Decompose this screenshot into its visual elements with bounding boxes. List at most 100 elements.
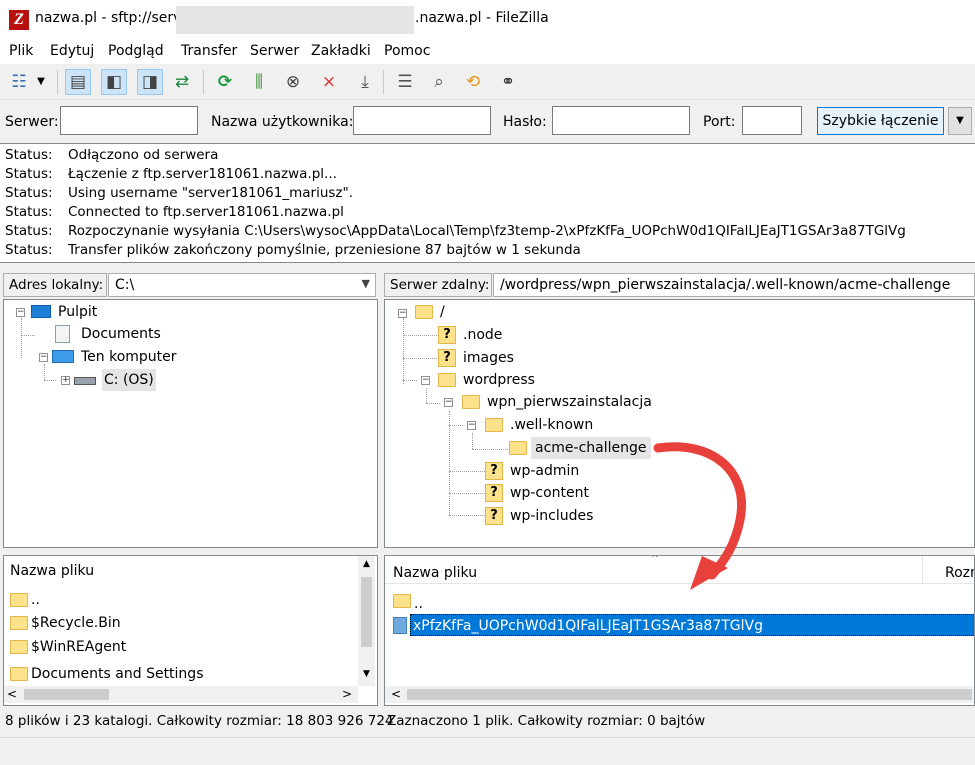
site-manager-icon[interactable]: ☷ <box>6 69 32 95</box>
folder-icon <box>509 441 527 455</box>
folder-icon <box>462 395 480 409</box>
folder-icon <box>10 593 28 607</box>
folder-icon <box>393 594 411 608</box>
collapse-icon[interactable]: − <box>398 309 407 318</box>
local-status-text: 8 plików i 23 katalogi. Całkowity rozmia… <box>5 713 394 729</box>
sort-caret-icon: ⌃ <box>222 555 233 565</box>
collapse-icon[interactable]: − <box>467 421 476 430</box>
reconnect-icon[interactable]: ⤓ <box>352 69 378 95</box>
collapse-icon[interactable]: − <box>16 308 25 317</box>
folder-icon <box>10 640 28 654</box>
local-list-header[interactable]: Nazwa pliku ⌃ <box>4 556 359 584</box>
file-icon <box>393 617 407 634</box>
menu-zakladki[interactable]: Zakładki <box>311 43 371 59</box>
local-vertical-scrollbar[interactable]: ▲ ▼ <box>358 556 375 686</box>
chevron-down-icon[interactable]: ▼ <box>362 277 370 290</box>
password-label: Hasło: <box>503 114 547 130</box>
title-bar: Z nazwa.pl - sftp://serve .nazwa.pl - Fi… <box>0 0 975 38</box>
quickconnect-bar: Serwer: Nazwa użytkownika: Hasło: Port: … <box>0 100 975 142</box>
scroll-left-icon[interactable]: < <box>7 686 17 703</box>
column-filename[interactable]: Nazwa pliku <box>393 565 477 581</box>
cancel-icon[interactable]: ⊗ <box>280 69 306 95</box>
disconnect-icon[interactable]: ⨯ <box>316 69 342 95</box>
collapse-icon[interactable]: − <box>421 376 430 385</box>
scroll-down-icon[interactable]: ▼ <box>358 666 375 683</box>
menu-serwer[interactable]: Serwer <box>250 43 299 59</box>
toolbar-separator <box>57 70 58 94</box>
toggle-log-icon[interactable]: ▤ <box>65 69 91 95</box>
drive-icon <box>74 377 96 385</box>
filezilla-logo-icon: Z <box>9 10 29 30</box>
expand-icon[interactable]: + <box>61 376 70 385</box>
menu-transfer[interactable]: Transfer <box>181 43 237 59</box>
annotation-arrow-icon <box>653 442 746 590</box>
unknown-folder-icon: ? <box>438 349 456 367</box>
local-address-bar: Adres lokalny: C:\ ▼ <box>0 270 378 300</box>
scroll-thumb[interactable] <box>24 689 109 700</box>
compare-icon[interactable]: ⌕ <box>426 69 452 95</box>
remote-horizontal-scrollbar[interactable]: < <box>385 686 974 703</box>
message-log[interactable]: Status: Odłączono od serwera Status: Łącze… <box>0 143 975 263</box>
folder-icon <box>415 305 433 319</box>
menu-podglad[interactable]: Podgląd <box>108 43 164 59</box>
menu-bar: Plik Edytuj Podgląd Transfer Serwer Zakł… <box>0 38 975 64</box>
toggle-remote-tree-icon[interactable]: ◨ <box>137 69 163 95</box>
scroll-thumb[interactable] <box>361 577 372 647</box>
scroll-left-icon[interactable]: < <box>391 686 401 703</box>
quickconnect-button[interactable]: Szybkie łączenie <box>817 107 944 135</box>
toggle-local-tree-icon[interactable]: ◧ <box>101 69 127 95</box>
toolbar-separator <box>383 70 384 94</box>
quickconnect-dropdown-icon[interactable]: ▼ <box>948 107 972 135</box>
username-input[interactable] <box>353 106 491 135</box>
window-title-right: .nazwa.pl - FileZilla <box>415 10 549 26</box>
port-input[interactable] <box>742 106 802 135</box>
column-divider[interactable] <box>922 556 923 584</box>
refresh-icon[interactable]: ⟳ <box>212 69 238 95</box>
column-filename[interactable]: Nazwa pliku <box>10 563 94 579</box>
remote-status-text: Zaznaczono 1 plik. Całkowity rozmiar: 0 … <box>387 713 706 729</box>
toggle-queue-icon[interactable]: ⇄ <box>169 69 195 95</box>
documents-icon <box>55 325 70 343</box>
server-label: Serwer: <box>5 114 59 130</box>
collapse-icon[interactable]: − <box>39 353 48 362</box>
username-label: Nazwa użytkownika: <box>211 114 354 130</box>
menu-edytuj[interactable]: Edytuj <box>50 43 94 59</box>
local-horizontal-scrollbar[interactable]: < > <box>4 686 358 703</box>
remote-address-label: Serwer zdalny: <box>384 273 492 297</box>
scroll-thumb[interactable] <box>407 689 972 700</box>
server-input[interactable] <box>60 106 198 135</box>
redacted-area <box>176 6 414 34</box>
folder-icon <box>485 418 503 432</box>
menu-plik[interactable]: Plik <box>9 43 33 59</box>
collapse-icon[interactable]: − <box>444 398 453 407</box>
folder-icon <box>10 616 28 630</box>
window-title-left: nazwa.pl - sftp://serve <box>35 10 191 26</box>
remote-address-bar: Serwer zdalny: /wordpress/wpn_pierwszain… <box>384 270 975 300</box>
unknown-folder-icon: ? <box>485 507 503 525</box>
column-size[interactable]: Rozm <box>945 565 974 581</box>
local-directory-tree[interactable]: − Pulpit Documents − Ten komputer + C: (… <box>3 299 378 548</box>
scroll-right-icon[interactable]: > <box>342 686 352 703</box>
desktop-icon <box>31 305 51 318</box>
search-remote-icon[interactable]: ⚭ <box>495 69 521 95</box>
unknown-folder-icon: ? <box>438 326 456 344</box>
sync-browsing-icon[interactable]: ⟲ <box>460 69 486 95</box>
toolbar-separator <box>203 70 204 94</box>
folder-icon <box>438 373 456 387</box>
unknown-folder-icon: ? <box>485 462 503 480</box>
local-file-list[interactable]: Nazwa pliku ⌃ .. $Recycle.Bin $WinREAgen… <box>3 555 378 706</box>
list-item-selected[interactable]: xPfzKfFa_UOPchW0d1QIFalLJEaJT1GSAr3a87TG… <box>391 614 974 636</box>
password-input[interactable] <box>552 106 690 135</box>
directory-listing-filters-icon[interactable]: ☰ <box>392 69 418 95</box>
remote-address-input[interactable]: /wordpress/wpn_pierwszainstalacja/.well-… <box>493 273 975 297</box>
toolbar: ☷ ▼ ▤ ◧ ◨ ⇄ ⟳ ⫼ ⊗ ⨯ ⤓ ☰ ⌕ ⟲ ⚭ <box>0 64 975 100</box>
process-queue-icon[interactable]: ⫼ <box>246 69 272 95</box>
dropdown-arrow-icon[interactable]: ▼ <box>34 69 48 95</box>
port-label: Port: <box>703 114 736 130</box>
menu-pomoc[interactable]: Pomoc <box>384 43 430 59</box>
unknown-folder-icon: ? <box>485 484 503 502</box>
local-address-input[interactable]: C:\ ▼ <box>108 273 376 297</box>
transfer-queue-area[interactable] <box>0 737 975 765</box>
folder-icon <box>10 667 28 681</box>
scroll-up-icon[interactable]: ▲ <box>358 556 375 573</box>
